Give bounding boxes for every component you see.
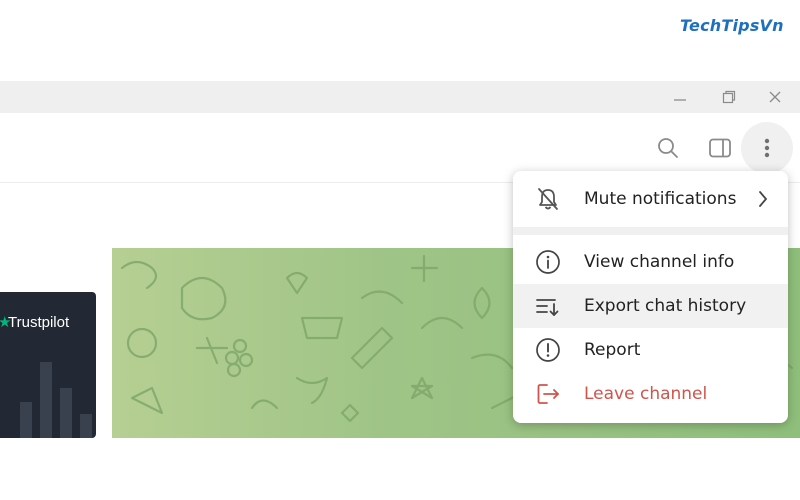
restore-button[interactable] [719,88,739,106]
minimize-icon [674,99,686,101]
chevron-right-icon [757,189,769,214]
menu-item-view-channel-info[interactable]: View channel info [513,240,788,284]
card-bar [20,402,32,438]
sidebar-toggle-icon [709,138,731,158]
menu-item-leave-channel[interactable]: Leave channel [513,372,788,416]
menu-item-label: Leave channel [584,384,708,404]
card-bar [80,414,92,438]
mute-bell-icon [535,186,561,212]
more-options-button[interactable] [741,122,793,174]
more-vertical-icon [764,138,770,158]
close-window-button[interactable] [765,88,785,106]
minimize-button[interactable] [670,88,690,106]
app-window: TechTipsVn ★ Trustpilot Mute notificatio… [0,0,800,500]
card-bar [60,388,72,438]
report-icon [535,337,561,363]
export-list-icon [535,293,561,319]
trustpilot-label: Trustpilot [8,314,70,331]
search-icon [658,138,678,158]
menu-item-export-chat-history[interactable]: Export chat history [513,284,788,328]
restore-icon [722,90,736,104]
menu-item-label: Mute notifications [584,189,737,209]
leave-icon [535,381,561,407]
sidebar-toggle-button[interactable] [702,130,738,166]
card-bar [40,362,52,438]
menu-divider [513,227,788,235]
menu-item-label: View channel info [584,252,735,272]
menu-item-report[interactable]: Report [513,328,788,372]
watermark-logo: TechTipsVn [680,16,784,35]
channel-context-menu: Mute notifications View channel info Exp… [513,171,788,423]
info-icon [535,249,561,275]
menu-item-label: Report [584,340,641,360]
search-button[interactable] [650,130,686,166]
menu-item-label: Export chat history [584,296,747,316]
close-icon [769,91,781,103]
menu-item-mute-notifications[interactable]: Mute notifications [513,177,788,221]
trustpilot-card[interactable]: ★ Trustpilot [0,292,96,438]
